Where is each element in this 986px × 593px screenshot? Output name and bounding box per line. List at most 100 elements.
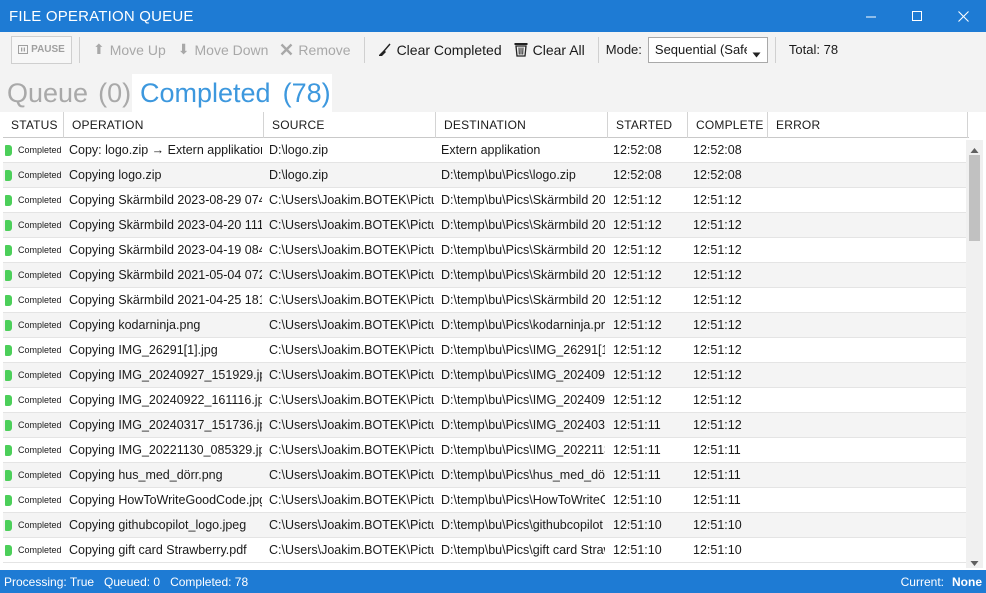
move-up-button[interactable]: ⬆ Move Up (87, 36, 172, 64)
cell-started: 12:51:12 (613, 393, 662, 407)
table-row[interactable]: Completed Copying Skärmbild 2023-04-20 11… (3, 213, 967, 238)
cell-destination: D:\temp\bu\Pics\githubcopilot (441, 518, 603, 532)
cell-source: C:\Users\Joakim.BOTEK\Picture (269, 443, 434, 457)
completed-count: Completed: 78 (170, 574, 249, 589)
clear-all-label: Clear All (532, 41, 585, 58)
cell-operation: Copy: logo.zip → Extern applikation (69, 143, 262, 157)
cell-operation: Copying hus_med_dörr.png (69, 468, 223, 482)
cell-destination: D:\temp\bu\Pics\Skärmbild 202 (441, 243, 605, 257)
broom-icon (378, 43, 392, 57)
status-indicator-icon (5, 545, 12, 556)
close-button[interactable] (940, 0, 986, 32)
maximize-button[interactable] (894, 0, 940, 32)
tab-queue-label: Queue (7, 77, 89, 108)
cell-completed: 12:51:12 (693, 318, 742, 332)
cell-completed: 12:51:12 (693, 268, 742, 282)
cell-started: 12:51:12 (613, 368, 662, 382)
cell-destination: D:\temp\bu\Pics\Skärmbild 202 (441, 193, 605, 207)
mode-select[interactable]: Sequential (Safe (647, 36, 768, 63)
status-indicator-icon (5, 520, 12, 531)
cell-destination: D:\temp\bu\Pics\kodarninja.pn (441, 318, 605, 332)
table-row[interactable]: Completed Copying logo.zip D:\logo.zip D:\t… (3, 163, 967, 188)
cell-status: Completed (18, 520, 62, 530)
window-title: FILE OPERATION QUEUE (9, 7, 194, 25)
tab-completed[interactable]: Completed (78) (132, 74, 332, 112)
minimize-button[interactable] (848, 0, 894, 32)
column-header-started[interactable]: STARTED (608, 112, 688, 138)
table-row[interactable]: Completed Copying IMG_20221130_085329.jpg… (3, 438, 967, 463)
table-row[interactable]: Completed Copying HowToWriteGoodCode.jpg C… (3, 488, 967, 513)
cell-started: 12:51:11 (613, 443, 661, 457)
status-indicator-icon (5, 420, 12, 431)
cell-status: Completed (18, 445, 62, 455)
cell-error (773, 288, 963, 312)
cell-destination: D:\temp\bu\Pics\logo.zip (441, 168, 576, 182)
table-row[interactable]: Completed Copying IMG_20240927_151929.jpg… (3, 363, 967, 388)
table-row[interactable]: Completed Copying Skärmbild 2021-05-04 07… (3, 263, 967, 288)
table-row[interactable]: Completed Copying IMG_26291[1].jpg C:\User… (3, 338, 967, 363)
move-down-button[interactable]: ⬇ Move Down (172, 36, 275, 64)
cell-started: 12:51:12 (613, 243, 662, 257)
cell-started: 12:51:12 (613, 343, 662, 357)
tab-strip: Queue (0) Completed (78) (0, 68, 986, 112)
current-operation: Current: None (901, 570, 982, 593)
cell-started: 12:51:11 (613, 468, 661, 482)
chevron-down-icon (752, 46, 761, 61)
cell-started: 12:51:10 (613, 518, 662, 532)
column-header-error[interactable]: ERROR (768, 112, 968, 138)
cell-source: C:\Users\Joakim.BOTEK\Picture (269, 493, 434, 507)
table-row[interactable]: Completed Copying githubcopilot_logo.jpeg… (3, 513, 967, 538)
cell-source: C:\Users\Joakim.BOTEK\Picture (269, 193, 434, 207)
status-indicator-icon (5, 395, 12, 406)
column-header-completed[interactable]: COMPLETE (688, 112, 768, 138)
mode-select-value: Sequential (Safe (654, 42, 747, 57)
table-row[interactable]: Completed Copy: logo.zip → Extern applika… (3, 138, 967, 163)
table-row[interactable]: Completed Copying Skärmbild 2021-04-25 18… (3, 288, 967, 313)
remove-button[interactable]: Remove (274, 36, 356, 64)
cell-destination: D:\temp\bu\Pics\HowToWriteC (441, 493, 605, 507)
pause-label: PAUSE (31, 44, 65, 55)
status-indicator-icon (5, 320, 12, 331)
cell-source: C:\Users\Joakim.BOTEK\Picture (269, 393, 434, 407)
column-header-destination[interactable]: DESTINATION (436, 112, 608, 138)
table-row[interactable]: Completed Copying hus_med_dörr.png C:\User… (3, 463, 967, 488)
tab-queue-count: (0) (98, 77, 132, 108)
table-row[interactable]: Completed Copying IMG_20240317_151736.jpg… (3, 413, 967, 438)
cell-error (773, 163, 963, 187)
scrollbar-thumb[interactable] (969, 155, 980, 241)
cell-started: 12:52:08 (613, 143, 662, 157)
cell-completed: 12:51:11 (693, 493, 741, 507)
status-bar: Processing: True Queued: 0 Completed: 78… (0, 570, 986, 593)
title-bar: FILE OPERATION QUEUE (0, 0, 986, 32)
vertical-scrollbar[interactable] (966, 140, 983, 568)
table-row[interactable]: Completed Copying kodarninja.png C:\Users\… (3, 313, 967, 338)
column-header-source[interactable]: SOURCE (264, 112, 436, 138)
scroll-down-icon[interactable] (970, 556, 979, 566)
clear-completed-label: Clear Completed (396, 41, 502, 58)
table-row[interactable]: Completed Copying Skärmbild 2023-04-19 08… (3, 238, 967, 263)
tab-queue[interactable]: Queue (0) (7, 74, 131, 112)
toolbar-separator (79, 36, 80, 63)
cell-status: Completed (18, 270, 62, 280)
pause-button[interactable]: PAUSE (11, 35, 72, 64)
table-row[interactable]: Completed Copying Skärmbild 2023-08-29 07… (3, 188, 967, 213)
cell-error (773, 338, 963, 362)
close-icon (957, 10, 969, 22)
cell-completed: 12:52:08 (693, 168, 742, 182)
cell-error (773, 313, 963, 337)
clear-all-button[interactable]: Clear All (508, 36, 591, 64)
cell-operation: Copying Skärmbild 2021-05-04 0726 (69, 268, 262, 282)
cell-started: 12:51:10 (613, 493, 662, 507)
cell-operation: Copying Skärmbild 2023-04-19 0843 (69, 243, 262, 257)
scroll-up-icon[interactable] (970, 143, 979, 153)
clear-completed-button[interactable]: Clear Completed (372, 36, 508, 64)
cell-completed: 12:51:12 (693, 343, 742, 357)
table-row[interactable]: Completed Copying gift card Strawberry.pd… (3, 538, 967, 563)
column-header-operation[interactable]: OPERATION (64, 112, 264, 138)
cell-error (773, 538, 963, 562)
table-row[interactable]: Completed Copying IMG_20240922_161116.jpg… (3, 388, 967, 413)
cell-completed: 12:51:10 (693, 543, 742, 557)
processing-status: Processing: True (4, 574, 95, 589)
column-header-status[interactable]: STATUS (3, 112, 64, 138)
cell-destination: D:\temp\bu\Pics\IMG_2022113 (441, 443, 605, 457)
